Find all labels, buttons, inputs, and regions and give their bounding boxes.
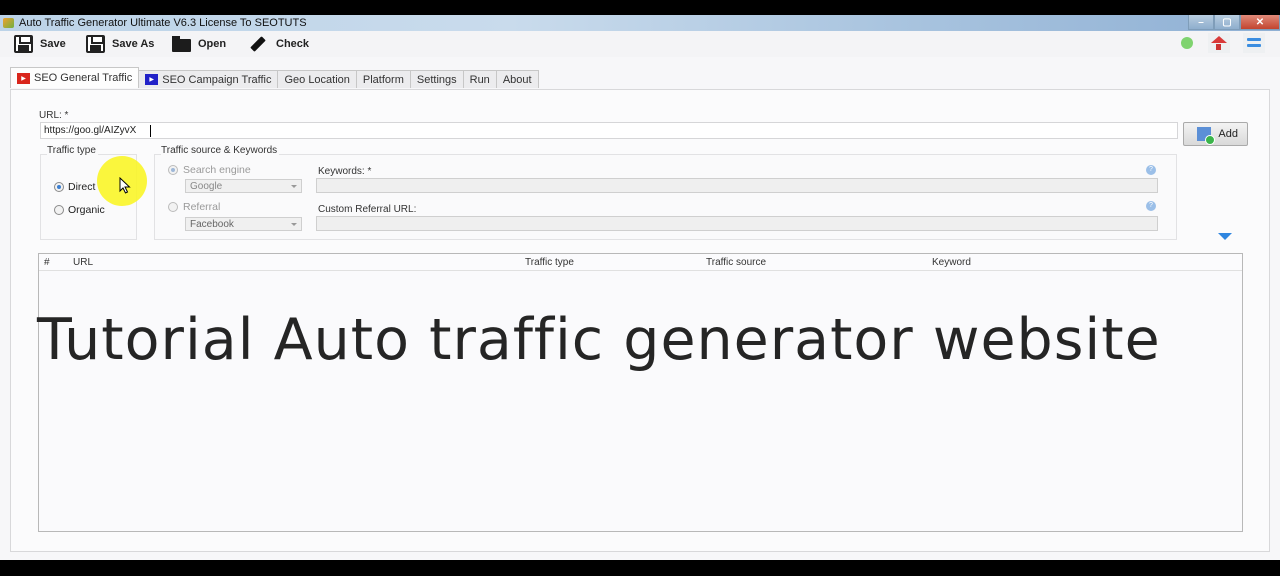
keywords-input[interactable] <box>316 178 1158 193</box>
direct-radio[interactable] <box>54 182 64 192</box>
search-engine-select[interactable]: Google <box>185 179 302 193</box>
tab-label: Geo Location <box>284 73 350 86</box>
column-header-traffic-type[interactable]: Traffic type <box>525 257 574 268</box>
direct-label: Direct <box>68 181 96 193</box>
organic-label: Organic <box>68 204 105 216</box>
toolbar: Save Save As Open Check <box>0 31 1280 57</box>
folder-icon <box>172 36 191 52</box>
tab-label: SEO General Traffic <box>34 72 133 84</box>
window-title: Auto Traffic Generator Ultimate V6.3 Lic… <box>19 17 307 29</box>
custom-referral-input[interactable] <box>316 216 1158 231</box>
search-engine-value: Google <box>190 181 223 192</box>
save-icon <box>14 35 33 53</box>
expand-arrow-icon[interactable] <box>1218 233 1232 240</box>
info-icon[interactable]: ? <box>1146 201 1156 211</box>
tab-seo-general-traffic[interactable]: ▶ SEO General Traffic <box>10 67 140 88</box>
minimize-button[interactable]: – <box>1188 15 1214 30</box>
check-label: Check <box>276 38 310 50</box>
tab-label: Run <box>469 73 490 86</box>
save-label: Save <box>40 38 66 50</box>
window-controls: – ▢ ✕ <box>1188 15 1280 31</box>
save-as-button[interactable]: Save As <box>86 34 154 54</box>
tab-label: SEO Campaign Traffic <box>162 73 272 86</box>
add-button[interactable]: Add <box>1183 122 1248 146</box>
search-engine-label: Search engine <box>183 164 251 176</box>
tab-bar: ▶ SEO General Traffic ▶ SEO Campaign Tra… <box>10 67 539 88</box>
traffic-source-title: Traffic source & Keywords <box>161 145 280 156</box>
tab-label: Platform <box>362 73 404 86</box>
referral-value: Facebook <box>190 219 234 230</box>
close-button[interactable]: ✕ <box>1240 15 1280 30</box>
open-button[interactable]: Open <box>172 34 226 54</box>
add-icon <box>1197 127 1215 145</box>
traffic-type-title: Traffic type <box>47 145 98 156</box>
referral-label: Referral <box>183 201 221 213</box>
column-header-traffic-source[interactable]: Traffic source <box>706 257 766 268</box>
tab-run[interactable]: Run <box>462 70 497 88</box>
column-header-url[interactable]: URL <box>73 257 93 268</box>
youtube-red-icon: ▶ <box>17 72 30 84</box>
chevron-down-icon <box>291 185 297 188</box>
chevron-down-icon <box>291 223 297 226</box>
search-engine-radio[interactable] <box>168 165 178 175</box>
tab-platform[interactable]: Platform <box>355 70 411 88</box>
mouse-cursor-icon <box>119 176 131 197</box>
check-button[interactable]: Check <box>249 34 309 54</box>
play-blue-icon: ▶ <box>145 74 159 85</box>
tab-label: Settings <box>416 73 457 86</box>
tab-settings[interactable]: Settings <box>409 70 464 88</box>
save-as-label: Save As <box>112 38 155 50</box>
referral-select[interactable]: Facebook <box>185 217 302 231</box>
flashlight-icon <box>249 35 269 53</box>
tab-label: About <box>502 73 532 86</box>
save-button[interactable]: Save <box>14 34 66 54</box>
column-header-number[interactable]: # <box>44 257 50 268</box>
home-button[interactable] <box>1208 33 1230 53</box>
app-icon <box>3 18 14 28</box>
custom-referral-label: Custom Referral URL: <box>318 204 417 215</box>
organic-radio[interactable] <box>54 205 64 215</box>
save-as-icon <box>86 35 105 53</box>
tab-geo-location[interactable]: Geo Location <box>277 70 357 88</box>
grid-header: # URL Traffic type Traffic source Keywor… <box>39 254 1242 271</box>
refresh-icon <box>1247 38 1261 41</box>
status-indicator-icon <box>1181 37 1193 49</box>
video-caption-overlay: Tutorial Auto traffic generator website <box>37 307 1161 373</box>
column-header-keyword[interactable]: Keyword <box>932 257 971 268</box>
refresh-button[interactable] <box>1243 33 1265 53</box>
add-label: Add <box>1218 128 1238 140</box>
open-label: Open <box>198 38 227 50</box>
title-bar: Auto Traffic Generator Ultimate V6.3 Lic… <box>0 15 1280 31</box>
info-icon[interactable]: ? <box>1146 165 1156 175</box>
url-label: URL: * <box>39 110 69 121</box>
tab-seo-campaign-traffic[interactable]: ▶ SEO Campaign Traffic <box>138 70 279 88</box>
url-input[interactable]: https://goo.gl/AIZyvX <box>40 122 1178 139</box>
tab-about[interactable]: About <box>495 70 539 88</box>
keywords-label: Keywords: * <box>318 166 372 177</box>
referral-radio[interactable] <box>168 202 178 212</box>
maximize-button[interactable]: ▢ <box>1214 15 1240 30</box>
refresh-icon-bar <box>1247 44 1261 47</box>
traffic-grid: # URL Traffic type Traffic source Keywor… <box>38 253 1243 532</box>
